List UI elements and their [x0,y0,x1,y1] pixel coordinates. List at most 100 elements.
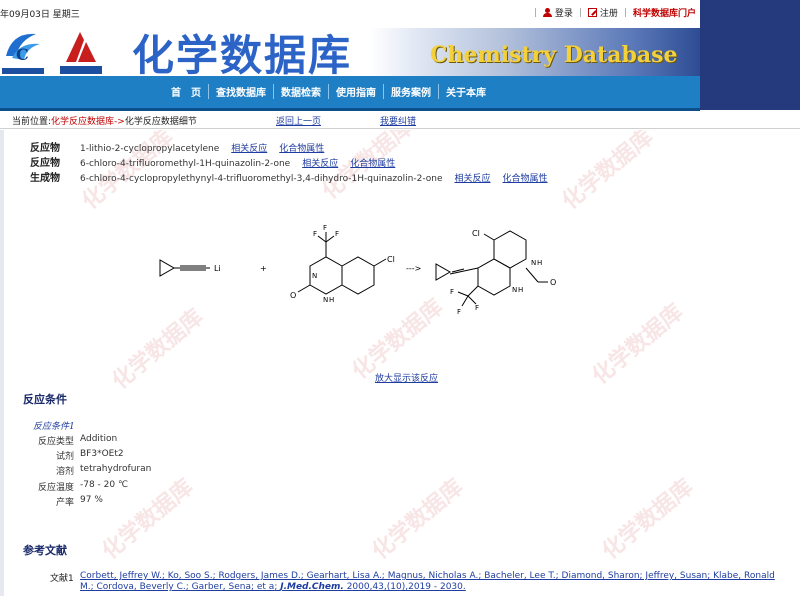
breadcrumb: 当前位置: 化学反应数据库-> 化学反应数据细节 [12,114,197,127]
conditions-title: 反应条件 [23,393,67,406]
reference-label: 文献1 [50,574,74,584]
atom-label: N [312,272,317,280]
atom-label: N [512,286,517,294]
product-quinazolinone: Cl F F F N H N H O [435,229,556,316]
compound-row: 生成物 6-chloro-4-cyclopropylethynyl-4-trif… [30,169,548,184]
watermark-text: 化学数据库 [597,474,698,565]
compound-properties-link[interactable]: 化合物属性 [279,141,324,154]
condition-value: 97 % [80,495,103,505]
compound-properties-link[interactable]: 化合物属性 [350,156,395,169]
condition-row: 试剂 BF3*OEt2 [26,449,124,462]
condition-value: -78 - 20 ℃ [80,480,129,490]
divider [0,128,800,129]
breadcrumb-link-reaction-db[interactable]: 化学反应数据库-> [51,114,125,127]
left-edge-strip [0,130,4,596]
plus-sign: + [260,264,267,273]
atom-label: F [450,288,454,296]
reactant-quinazolinone: F F F Cl N N H O [290,224,395,304]
top-utility-bar: 年09月03日 星期三 | 登录 | 注册 | 科学数据库门户 [0,0,700,25]
nav-data-search[interactable]: 数据检索 [274,84,329,99]
report-error-link[interactable]: 我要纠错 [380,114,416,127]
site-banner: C 化学数据库 Chemistry Database [0,24,700,76]
related-reactions-link[interactable]: 相关反应 [455,171,491,184]
atom-label: F [323,224,327,232]
watermark-text: 化学数据库 [557,130,658,215]
condition-key: 反应类型 [37,437,74,447]
compound-role: 生成物 [30,173,60,184]
condition-row: 溶剂 tetrahydrofuran [26,464,151,477]
compound-role: 反应物 [30,143,60,154]
main-nav: 首 页 查找数据库 数据检索 使用指南 服务案例 关于本库 [0,76,700,111]
condition-key: 产率 [55,498,74,508]
watermark-text: 化学数据库 [367,474,468,565]
reactant-lithio-acetylene: Li [159,259,221,277]
nav-service-cases[interactable]: 服务案例 [384,84,439,99]
compound-row: 反应物 1-lithio-2-cyclopropylacetylene 相关反应… [30,139,324,154]
separator: | [623,7,627,18]
atom-label: Cl [387,255,395,264]
login-link[interactable]: 登录 [542,6,573,19]
institute-logo-icon [60,32,102,74]
atom-label: Cl [472,229,480,238]
breadcrumb-current: 化学反应数据细节 [124,117,197,127]
atom-label: H [518,286,523,294]
reference-link[interactable]: Corbett, Jeffrey W.; Ko, Soo S.; Rodgers… [80,571,790,593]
condition-row: 产率 97 % [26,495,103,508]
condition-key: 溶剂 [55,467,74,477]
atom-label: H [537,259,542,267]
edit-icon [587,8,597,17]
separator: | [533,7,537,18]
site-title-english: Chemistry Database [430,42,678,68]
nav-find-database[interactable]: 查找数据库 [209,84,274,99]
separator: | [578,7,582,18]
related-reactions-link[interactable]: 相关反应 [231,141,267,154]
condition-key: 试剂 [55,452,74,462]
condition-row: 反应温度 -78 - 20 ℃ [26,480,128,493]
cas-data-logo-icon: C [2,33,44,74]
reference-journal: J.Med.Chem. [280,582,344,592]
condition-value: BF3*OEt2 [80,449,124,459]
account-links: | 登录 | 注册 | 科学数据库门户 [533,6,696,20]
condition-key: 反应温度 [37,483,74,493]
atom-label: F [335,230,339,238]
enlarge-reaction-link[interactable]: 放大显示该反应 [375,371,438,384]
atom-label: Li [214,264,221,273]
compound-name: 1-lithio-2-cyclopropylacetylene [80,144,220,154]
condition-value: Addition [80,434,118,444]
reference-citation: 2000,43,(10),2019 - 2030. [343,582,466,592]
back-link[interactable]: 返回上一页 [276,114,321,127]
current-date: 年09月03日 星期三 [0,10,80,20]
atom-label: F [313,230,317,238]
atom-label: N [531,259,536,267]
breadcrumb-prefix: 当前位置: [12,117,52,127]
compound-role: 反应物 [30,158,60,169]
nav-home[interactable]: 首 页 [164,84,209,99]
compound-properties-link[interactable]: 化合物属性 [503,171,548,184]
nav-user-guide[interactable]: 使用指南 [329,84,384,99]
conditions-subtitle: 反应条件1 [33,422,75,432]
related-reactions-link[interactable]: 相关反应 [302,156,338,169]
watermark-layer: 化学数据库 化学数据库 化学数据库 化学数据库 化学数据库 化学数据库 化学数据… [77,130,698,565]
nav-about[interactable]: 关于本库 [439,84,493,99]
references-title: 参考文献 [23,544,67,557]
register-link[interactable]: 注册 [587,6,618,19]
portal-link[interactable]: 科学数据库门户 [633,6,696,19]
nav-menu: 首 页 查找数据库 数据检索 使用指南 服务案例 关于本库 [164,84,493,99]
register-label: 注册 [599,9,618,19]
condition-row: 反应类型 Addition [26,434,117,447]
watermark-text: 化学数据库 [587,299,688,390]
user-icon [542,8,552,17]
svg-text:C: C [16,45,29,64]
atom-label: F [457,308,461,316]
reaction-scheme: Li + F F F Cl N N H O ---> Cl F F F N H … [159,224,556,316]
atom-label: F [475,304,479,312]
compound-name: 6-chloro-4-cyclopropylethynyl-4-trifluor… [80,174,443,184]
site-title: 化学数据库 [132,31,353,76]
reaction-arrow: ---> [406,264,421,273]
page-side-background [700,0,800,110]
atom-label: O [290,291,296,300]
condition-value: tetrahydrofuran [80,464,152,474]
compound-name: 6-chloro-4-trifluoromethyl-1H-quinazolin… [80,159,291,169]
atom-label: N [323,296,328,304]
compound-row: 反应物 6-chloro-4-trifluoromethyl-1H-quinaz… [30,154,395,169]
